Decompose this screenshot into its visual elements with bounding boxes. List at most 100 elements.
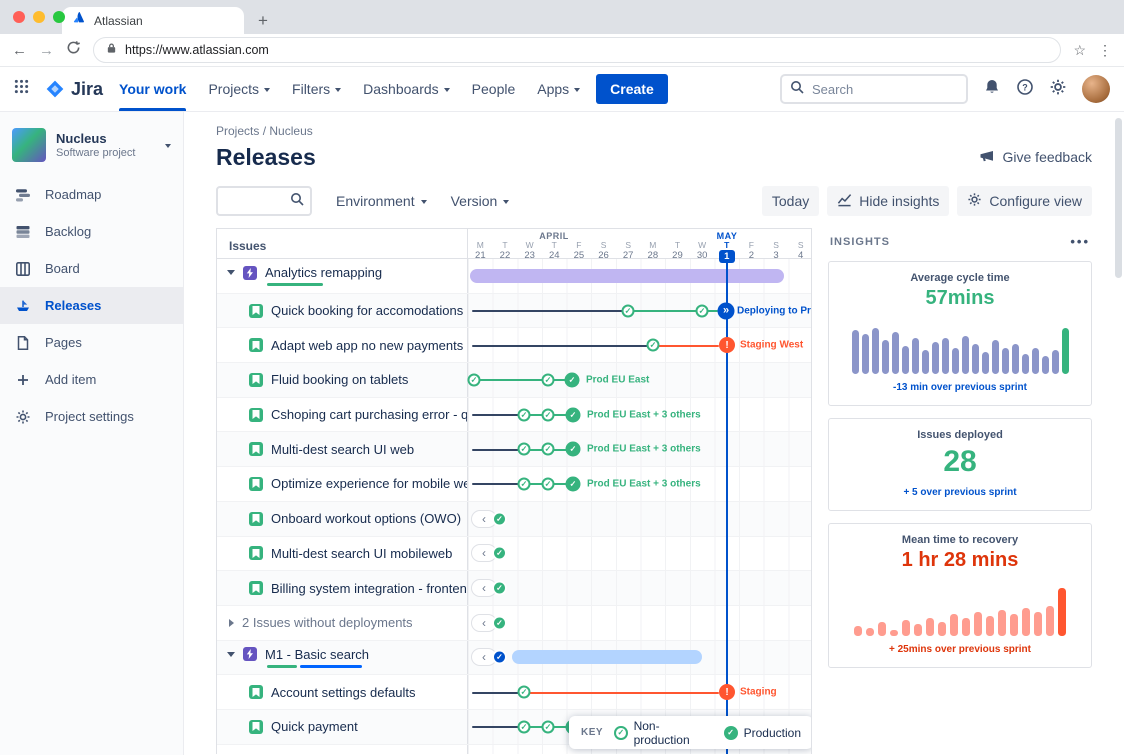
app-switcher-icon[interactable] [14,79,29,99]
minimize-window-button[interactable] [33,11,45,23]
topnav-item-filters[interactable]: Filters [292,67,341,111]
deployment-caption: Staging West [740,340,803,351]
sidebar-item-backlog[interactable]: Backlog [0,213,183,250]
star-icon[interactable]: ☆ [1073,42,1086,59]
issue-cell[interactable]: Quick booking for accomodations [217,294,468,328]
global-search[interactable] [780,74,968,104]
reload-icon[interactable] [66,40,81,60]
issue-cell[interactable]: Onboard workout options (OWO) [217,502,468,536]
issue-cell[interactable]: Quick payment [217,710,468,744]
issue-cell[interactable]: Multi-dest search UI mobileweb [217,537,468,571]
issue-cell[interactable]: Analytics remapping [217,259,468,293]
issue-cell[interactable]: Cshoping cart purchasing error - quick [217,398,468,432]
filled-deployment-node[interactable]: ✓ [566,442,581,457]
sidebar-item-project-settings[interactable]: Project settings [0,398,183,435]
issue-cell[interactable]: Optimize experience for mobile web [217,467,468,501]
collapse-chevron-icon[interactable] [227,652,235,657]
issue-cell[interactable]: M1 - Basic search [217,641,468,675]
search-input[interactable] [810,81,958,98]
configure-view-button[interactable]: Configure view [957,186,1092,216]
filled-deployment-node[interactable]: ✓ [565,372,580,387]
notifications-icon[interactable] [983,78,1001,101]
sidebar-item-roadmap[interactable]: Roadmap [0,176,183,213]
environment-dropdown[interactable]: Environment [336,193,427,209]
more-icon[interactable]: ⋮ [1098,42,1112,59]
project-type: Software project [56,147,135,159]
outline-deployment-node[interactable]: ✓ [518,408,531,421]
url-bar[interactable]: https://www.atlassian.com [93,37,1061,63]
error-deployment-node[interactable]: ! [719,337,735,353]
issue-cell[interactable]: Account settings defaults [217,675,468,709]
issue-cell[interactable]: Billing system integration - frontend [217,571,468,605]
issue-cell[interactable]: Multi-dest search UI web [217,432,468,466]
insights-menu-icon[interactable]: ••• [1070,234,1090,249]
back-icon[interactable]: ← [12,43,27,58]
filled-deployment-node[interactable]: ✓ [566,407,581,422]
chart-bar [950,614,958,636]
user-avatar[interactable] [1082,75,1110,103]
outline-deployment-node[interactable]: ✓ [542,408,555,421]
expand-chevron-icon[interactable] [229,619,234,627]
browser-tab[interactable]: Atlassian [62,7,244,34]
outline-deployment-node[interactable]: ✓ [542,477,555,490]
epic-timeline-bar[interactable] [470,269,784,283]
error-deployment-node[interactable]: ! [719,684,735,700]
timeline-row-cshoping-cart-purchasing-error-quick: Cshoping cart purchasing error - quick ✓ ✓… [217,398,811,433]
topnav-item-people[interactable]: People [472,67,516,111]
outline-deployment-node[interactable]: ✓ [518,686,531,699]
sidebar-item-releases[interactable]: Releases [0,287,183,324]
epic-timeline-bar[interactable] [512,650,702,664]
chevron-down-icon[interactable] [165,144,171,148]
timeline-row-adapt-web-app-no-new-payments-provi: Adapt web app no new payments provi ✓! Sta… [217,328,811,363]
topnav-item-projects[interactable]: Projects [208,67,270,111]
hide-insights-button[interactable]: Hide insights [827,186,949,216]
release-search-input[interactable] [224,193,290,210]
give-feedback-button[interactable]: Give feedback [979,148,1093,167]
deployment-caption: Deploying to Prod [737,305,812,316]
breadcrumb-projects[interactable]: Projects [216,124,259,138]
settings-icon[interactable] [1049,78,1067,101]
close-window-button[interactable] [13,11,25,23]
chart-bar [972,344,979,374]
sidebar-item-pages[interactable]: Pages [0,324,183,361]
forward-icon[interactable]: → [39,43,54,58]
zoom-window-button[interactable] [53,11,65,23]
issue-cell[interactable]: 2 Issues without deployments [217,606,468,640]
card-value: 57mins [841,287,1079,310]
outline-deployment-node[interactable]: ✓ [542,373,555,386]
hide-insights-label: Hide insights [859,193,939,209]
outline-deployment-node[interactable]: ✓ [542,720,555,733]
issue-cell[interactable]: Fast trip search [217,745,468,754]
create-button[interactable]: Create [596,74,668,104]
topnav-item-dashboards[interactable]: Dashboards [363,67,450,111]
outline-deployment-node[interactable]: ✓ [622,304,635,317]
deployment-status-badge: ✓ [492,546,507,561]
outline-deployment-node[interactable]: ✓ [696,304,709,317]
pipeline-segment [472,449,524,451]
collapse-chevron-icon[interactable] [227,270,235,275]
release-search[interactable] [216,186,312,216]
breadcrumb-nucleus[interactable]: Nucleus [269,124,312,138]
version-dropdown[interactable]: Version [451,193,510,209]
outline-deployment-node[interactable]: ✓ [518,477,531,490]
sidebar-item-board[interactable]: Board [0,250,183,287]
issue-cell[interactable]: Fluid booking on tablets [217,363,468,397]
sidebar-item-add-item[interactable]: Add item [0,361,183,398]
project-header[interactable]: Nucleus Software project [0,128,183,176]
issue-cell[interactable]: Adapt web app no new payments provi [217,328,468,362]
outline-deployment-node[interactable]: ✓ [518,443,531,456]
help-icon[interactable]: ? [1016,78,1034,101]
topnav-item-your-work[interactable]: Your work [119,67,186,111]
jira-logo[interactable]: Jira [45,79,103,100]
chart-bar [852,330,859,374]
new-tab-button[interactable]: + [258,12,268,29]
topnav-item-apps[interactable]: Apps [537,67,580,111]
deploying-deployment-node[interactable]: » [718,302,735,319]
outline-deployment-node[interactable]: ✓ [647,339,660,352]
today-button[interactable]: Today [762,186,819,216]
page-scrollbar[interactable] [1115,118,1122,278]
outline-deployment-node[interactable]: ✓ [468,373,481,386]
outline-deployment-node[interactable]: ✓ [542,443,555,456]
outline-deployment-node[interactable]: ✓ [518,720,531,733]
filled-deployment-node[interactable]: ✓ [566,476,581,491]
